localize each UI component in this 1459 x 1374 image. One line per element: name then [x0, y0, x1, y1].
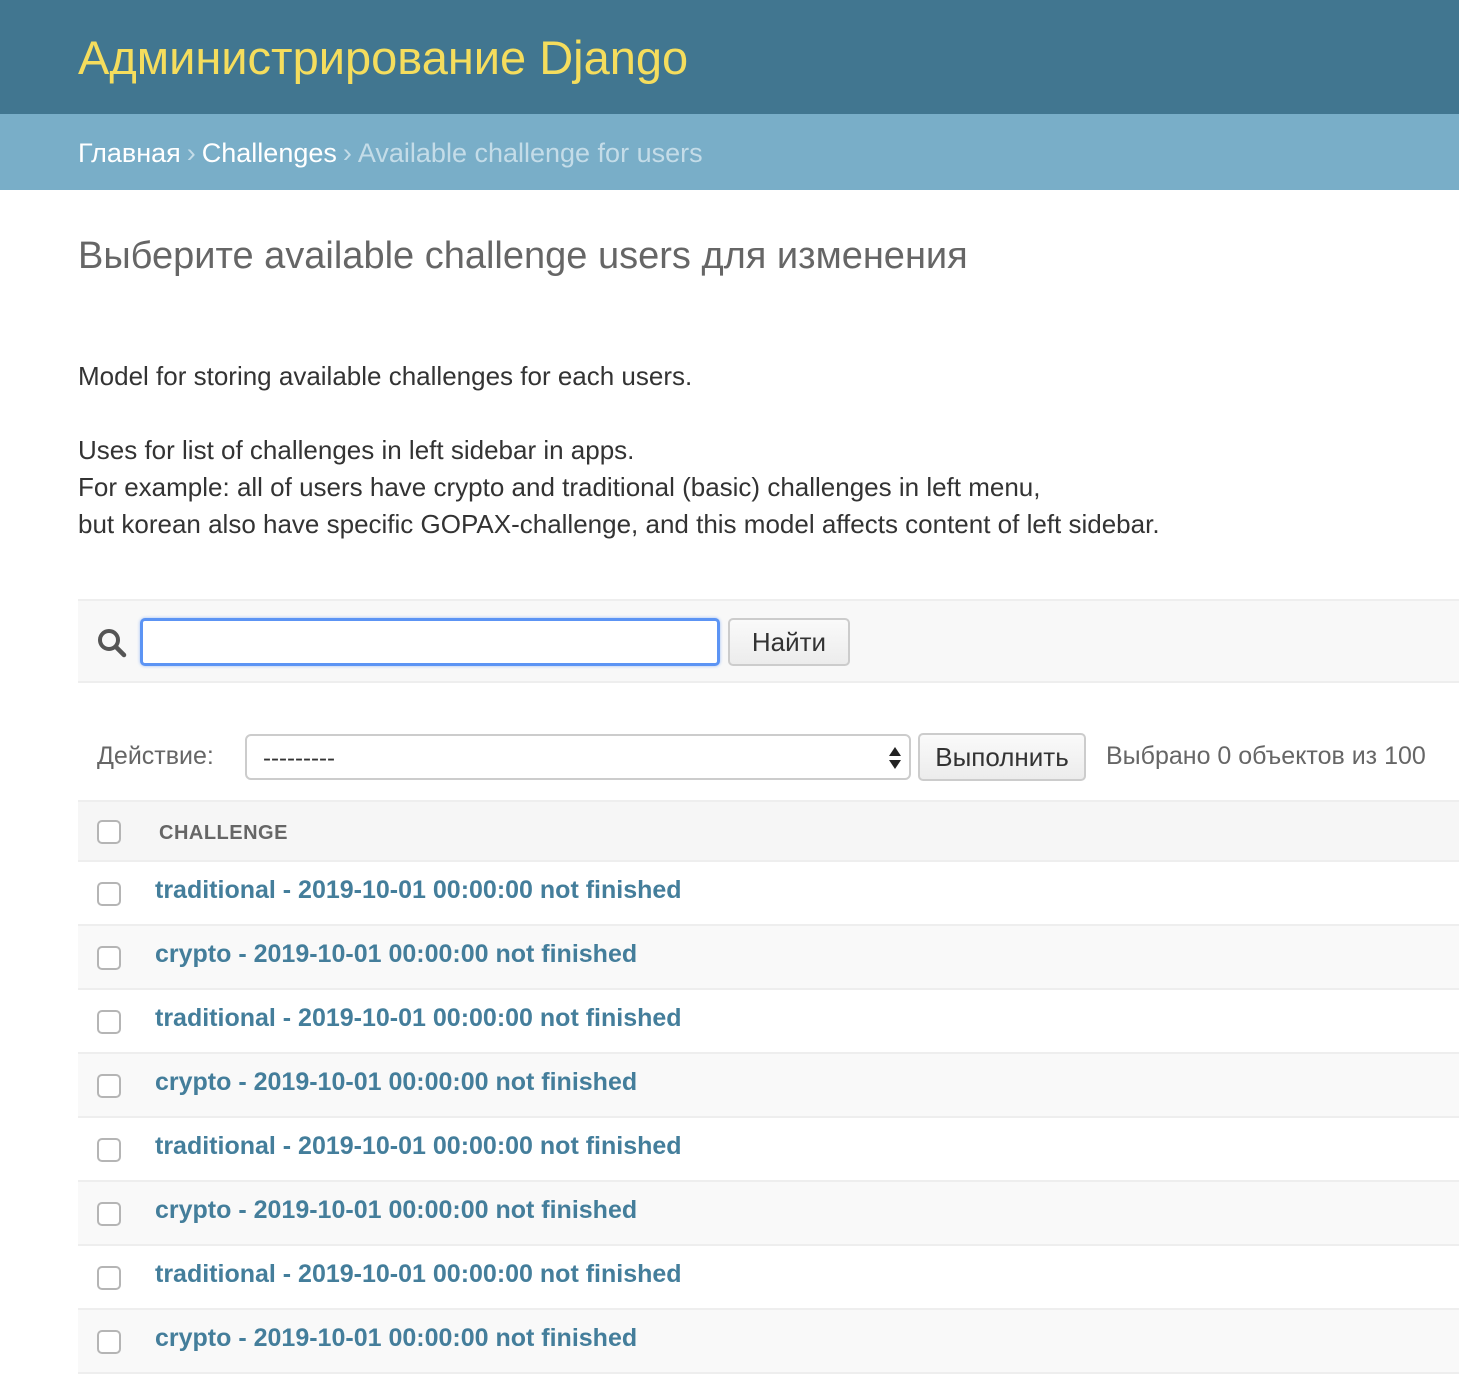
result-list-table: CHALLENGE traditional - 2019-10-01 00:00… — [78, 800, 1459, 1374]
breadcrumb-separator: › — [186, 138, 196, 168]
row-link[interactable]: crypto - 2019-10-01 00:00:00 not finishe… — [155, 940, 637, 969]
description-line: Model for storing available challenges f… — [78, 361, 693, 391]
row-link[interactable]: crypto - 2019-10-01 00:00:00 not finishe… — [155, 1324, 637, 1353]
action-select[interactable]: --------- — [245, 734, 911, 780]
table-row: traditional - 2019-10-01 00:00:00 not fi… — [78, 862, 1459, 926]
model-description: Model for storing available challenges f… — [78, 358, 1438, 543]
row-checkbox[interactable] — [97, 946, 121, 970]
row-link[interactable]: crypto - 2019-10-01 00:00:00 not finishe… — [155, 1068, 637, 1097]
action-counter: Выбрано 0 объектов из 100 — [1106, 742, 1426, 770]
row-checkbox[interactable] — [97, 1330, 121, 1354]
breadcrumb: Главная › Challenges › Available challenge f… — [0, 114, 1459, 190]
run-action-button[interactable]: Выполнить — [918, 733, 1086, 781]
breadcrumb-current: Available challenge for users — [357, 138, 703, 168]
action-label: Действие: — [97, 742, 214, 770]
site-header: Администрирование Django — [0, 0, 1459, 114]
row-checkbox[interactable] — [97, 1138, 121, 1162]
table-row: crypto - 2019-10-01 00:00:00 not finishe… — [78, 1182, 1459, 1246]
table-row: crypto - 2019-10-01 00:00:00 not finishe… — [78, 926, 1459, 990]
search-toolbar: Найти — [78, 599, 1459, 683]
table-header: CHALLENGE — [78, 800, 1459, 862]
description-line: For example: all of users have crypto an… — [78, 472, 1041, 502]
breadcrumb-home-link[interactable]: Главная — [78, 138, 181, 168]
search-input[interactable] — [140, 618, 720, 666]
row-checkbox[interactable] — [97, 1074, 121, 1098]
search-button[interactable]: Найти — [728, 618, 850, 666]
search-icon — [98, 629, 127, 658]
row-link[interactable]: traditional - 2019-10-01 00:00:00 not fi… — [155, 1132, 682, 1161]
row-link[interactable]: traditional - 2019-10-01 00:00:00 not fi… — [155, 876, 682, 905]
row-link[interactable]: traditional - 2019-10-01 00:00:00 not fi… — [155, 1260, 682, 1289]
row-checkbox[interactable] — [97, 882, 121, 906]
table-row: crypto - 2019-10-01 00:00:00 not finishe… — [78, 1054, 1459, 1118]
select-all-checkbox[interactable] — [97, 820, 121, 844]
select-arrows-icon — [889, 747, 901, 769]
table-row: crypto - 2019-10-01 00:00:00 not finishe… — [78, 1310, 1459, 1374]
breadcrumb-app-link[interactable]: Challenges — [202, 138, 337, 168]
row-checkbox[interactable] — [97, 1010, 121, 1034]
breadcrumb-separator: › — [342, 138, 352, 168]
page-title: Выберите available challenge users для и… — [78, 235, 968, 277]
description-line: Uses for list of challenges in left side… — [78, 435, 635, 465]
description-line: but korean also have specific GOPAX-chal… — [78, 509, 1160, 539]
row-checkbox[interactable] — [97, 1202, 121, 1226]
column-header-challenge[interactable]: CHALLENGE — [159, 822, 288, 845]
table-row: traditional - 2019-10-01 00:00:00 not fi… — [78, 1246, 1459, 1310]
row-link[interactable]: traditional - 2019-10-01 00:00:00 not fi… — [155, 1004, 682, 1033]
row-checkbox[interactable] — [97, 1266, 121, 1290]
table-row: traditional - 2019-10-01 00:00:00 not fi… — [78, 990, 1459, 1054]
site-name-link[interactable]: Администрирование Django — [78, 28, 688, 88]
table-row: traditional - 2019-10-01 00:00:00 not fi… — [78, 1118, 1459, 1182]
actions-bar: Действие: --------- Выполнить Выбрано 0 … — [78, 722, 1459, 800]
action-select-value: --------- — [263, 745, 335, 772]
row-link[interactable]: crypto - 2019-10-01 00:00:00 not finishe… — [155, 1196, 637, 1225]
